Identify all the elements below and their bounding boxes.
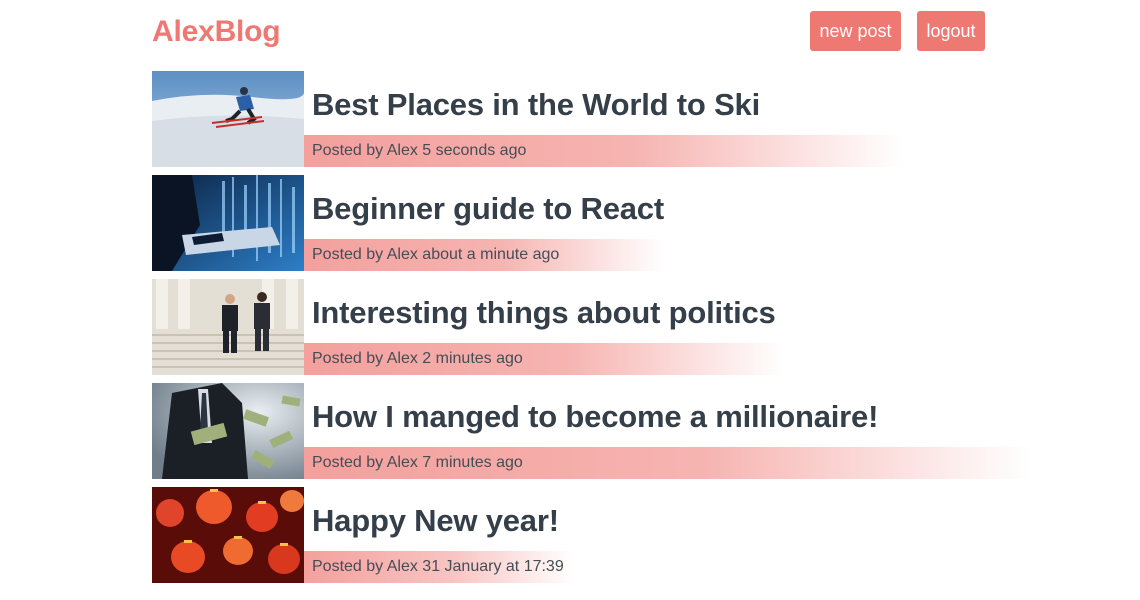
post-meta: Posted by Alex 7 minutes ago (304, 447, 1032, 479)
post-item[interactable]: Beginner guide to React Posted by Alex a… (152, 175, 952, 271)
post-item[interactable]: How I manged to become a millionaire! Po… (152, 383, 1032, 479)
post-meta: Posted by Alex 5 seconds ago (304, 135, 904, 167)
post-title[interactable]: Beginner guide to React (312, 190, 664, 228)
post-title[interactable]: Best Places in the World to Ski (312, 86, 760, 124)
post-item[interactable]: Happy New year! Posted by Alex 31 Januar… (152, 487, 952, 583)
post-item[interactable]: Interesting things about politics Posted… (152, 279, 952, 375)
post-title[interactable]: Interesting things about politics (312, 294, 776, 332)
logout-button[interactable]: logout (917, 11, 985, 51)
post-meta: Posted by Alex 2 minutes ago (304, 343, 784, 375)
page: AlexBlog new post logout Best Places in … (0, 0, 1140, 600)
post-meta: Posted by Alex about a minute ago (304, 239, 664, 271)
skier-image[interactable] (152, 71, 304, 167)
new-post-button[interactable]: new post (810, 11, 901, 51)
header: AlexBlog new post logout (152, 0, 985, 64)
post-item[interactable]: Best Places in the World to Ski Posted b… (152, 71, 952, 167)
laptop-data-image[interactable] (152, 175, 304, 271)
lanterns-image[interactable] (152, 487, 304, 583)
post-list: Best Places in the World to Ski Posted b… (152, 71, 1032, 591)
brand-logo[interactable]: AlexBlog (152, 13, 281, 51)
post-title[interactable]: How I manged to become a millionaire! (312, 398, 878, 436)
politicians-image[interactable] (152, 279, 304, 375)
post-title[interactable]: Happy New year! (312, 502, 559, 540)
money-image[interactable] (152, 383, 304, 479)
post-meta: Posted by Alex 31 January at 17:39 (304, 551, 574, 583)
